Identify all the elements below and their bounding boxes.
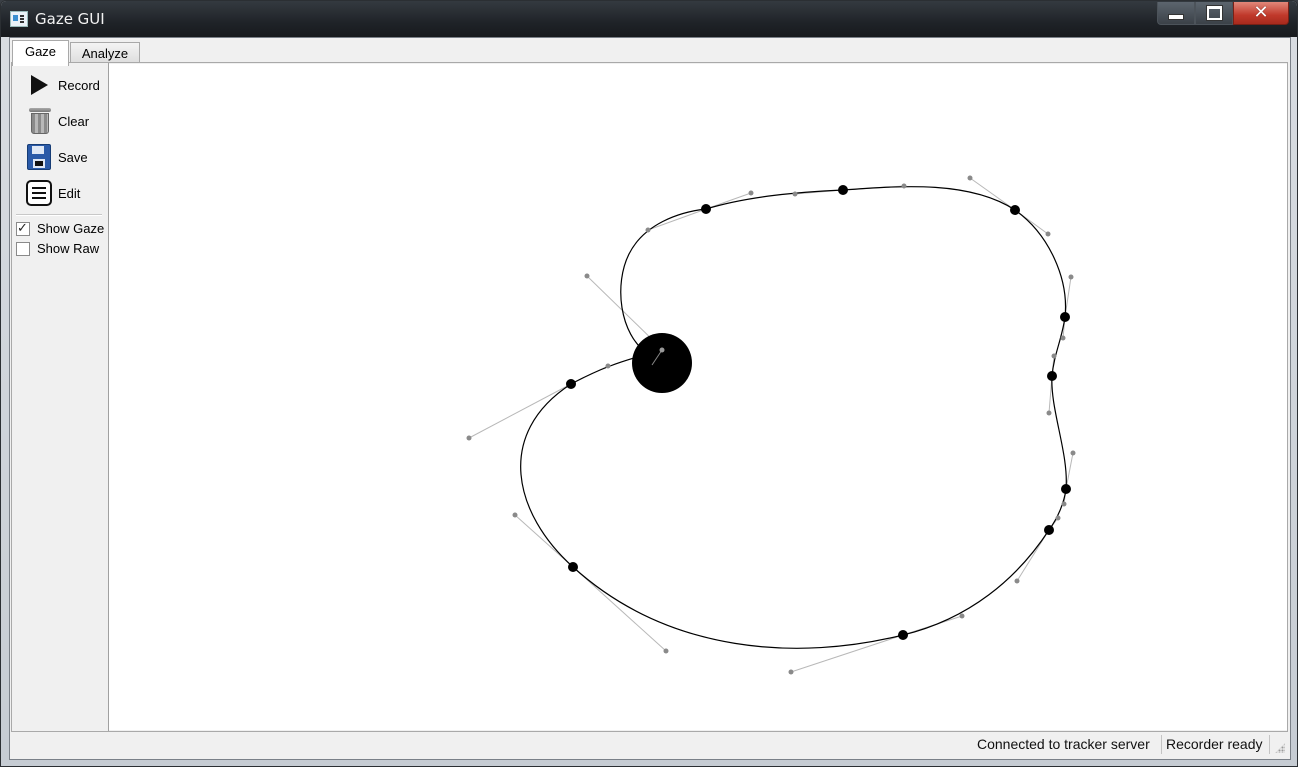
handle-line	[790, 634, 904, 673]
gaze-point	[566, 379, 576, 389]
raw-point	[1070, 450, 1076, 456]
gaze-plot	[466, 175, 1076, 675]
gaze-point	[838, 185, 848, 195]
show-raw-label: Show Raw	[37, 241, 100, 256]
side-toolbar: Record Clear Save Edit Show Gaze	[12, 63, 109, 731]
show-gaze-label: Show Gaze	[37, 221, 105, 236]
raw-point	[1060, 335, 1066, 341]
raw-point	[788, 669, 794, 675]
edit-label: Edit	[58, 185, 81, 201]
gaze-point	[1044, 525, 1054, 535]
trash-icon	[26, 106, 52, 136]
record-label: Record	[58, 77, 100, 93]
save-label: Save	[58, 149, 88, 165]
size-grip-icon[interactable]	[1275, 743, 1285, 753]
show-gaze-checkbox[interactable]: Show Gaze	[16, 220, 105, 236]
raw-point	[645, 227, 651, 233]
client-area: Gaze Analyze Record Clear Save Edit ✓ Sh…	[9, 37, 1291, 760]
raw-point	[967, 175, 973, 181]
edit-list-icon	[26, 178, 52, 208]
gaze-point	[701, 204, 711, 214]
gaze-point	[898, 630, 908, 640]
gaze-points	[566, 185, 1071, 640]
clear-label: Clear	[58, 113, 90, 129]
edit-button[interactable]: Edit	[26, 177, 80, 209]
gaze-tab-pane: Record Clear Save Edit Show Gaze	[11, 62, 1288, 732]
gaze-path	[520, 186, 1067, 649]
gaze-cursor-point	[659, 347, 665, 353]
raw-point	[584, 273, 590, 279]
minimize-button[interactable]	[1157, 2, 1195, 25]
raw-point	[748, 190, 754, 196]
gaze-point	[1061, 484, 1071, 494]
raw-points	[466, 175, 1076, 675]
maximize-button[interactable]	[1195, 2, 1233, 25]
record-button[interactable]: Record	[26, 69, 100, 101]
gaze-point	[1060, 312, 1070, 322]
status-connection: Connected to tracker server	[977, 736, 1150, 752]
show-raw-checkbox[interactable]: Show Raw	[16, 241, 99, 256]
raw-point	[901, 183, 907, 189]
gaze-point	[1047, 371, 1057, 381]
toolbar-separator	[16, 214, 102, 216]
gaze-cursor-blob	[632, 333, 692, 393]
raw-point	[1051, 353, 1057, 359]
clear-button[interactable]: Clear	[26, 105, 89, 137]
app-window: Gaze GUI ✕ Gaze Analyze Record Clear Sav…	[0, 0, 1298, 767]
close-button[interactable]: ✕	[1233, 2, 1289, 25]
save-button[interactable]: Save	[26, 141, 88, 173]
window-icon	[10, 11, 28, 27]
floppy-save-icon	[26, 142, 52, 172]
raw-point	[1061, 501, 1067, 507]
gaze-point	[1010, 205, 1020, 215]
play-icon	[26, 70, 52, 100]
status-divider	[1161, 735, 1162, 754]
tab-gaze[interactable]: Gaze	[12, 40, 69, 66]
raw-point	[466, 435, 472, 441]
raw-point	[1055, 515, 1061, 521]
raw-point	[1014, 578, 1020, 584]
title-bar[interactable]: Gaze GUI ✕	[1, 1, 1297, 37]
raw-point	[1046, 410, 1052, 416]
handle-line	[1065, 452, 1074, 490]
handle-line	[468, 383, 572, 439]
maximize-icon	[1206, 6, 1222, 20]
raw-point	[605, 363, 611, 369]
raw-point	[663, 648, 669, 654]
window-title: Gaze GUI	[35, 10, 105, 28]
show-gaze-check-box[interactable]	[16, 220, 30, 236]
raw-point	[792, 191, 798, 197]
raw-point	[1068, 274, 1074, 280]
raw-point	[959, 613, 965, 619]
status-bar: Connected to tracker server Recorder rea…	[11, 732, 1288, 756]
tab-analyze[interactable]: Analyze	[70, 42, 140, 64]
close-icon: ✕	[1253, 2, 1269, 23]
window-controls: ✕	[1157, 2, 1289, 26]
raw-point	[1045, 231, 1051, 237]
control-handles	[468, 177, 1074, 673]
status-recorder: Recorder ready	[1166, 736, 1263, 752]
handle-line	[647, 208, 707, 231]
raw-point	[512, 512, 518, 518]
gaze-point	[568, 562, 578, 572]
status-divider	[1269, 735, 1270, 754]
minimize-icon	[1168, 14, 1184, 20]
show-raw-check-box[interactable]	[16, 241, 30, 256]
gaze-canvas[interactable]	[109, 64, 1287, 730]
